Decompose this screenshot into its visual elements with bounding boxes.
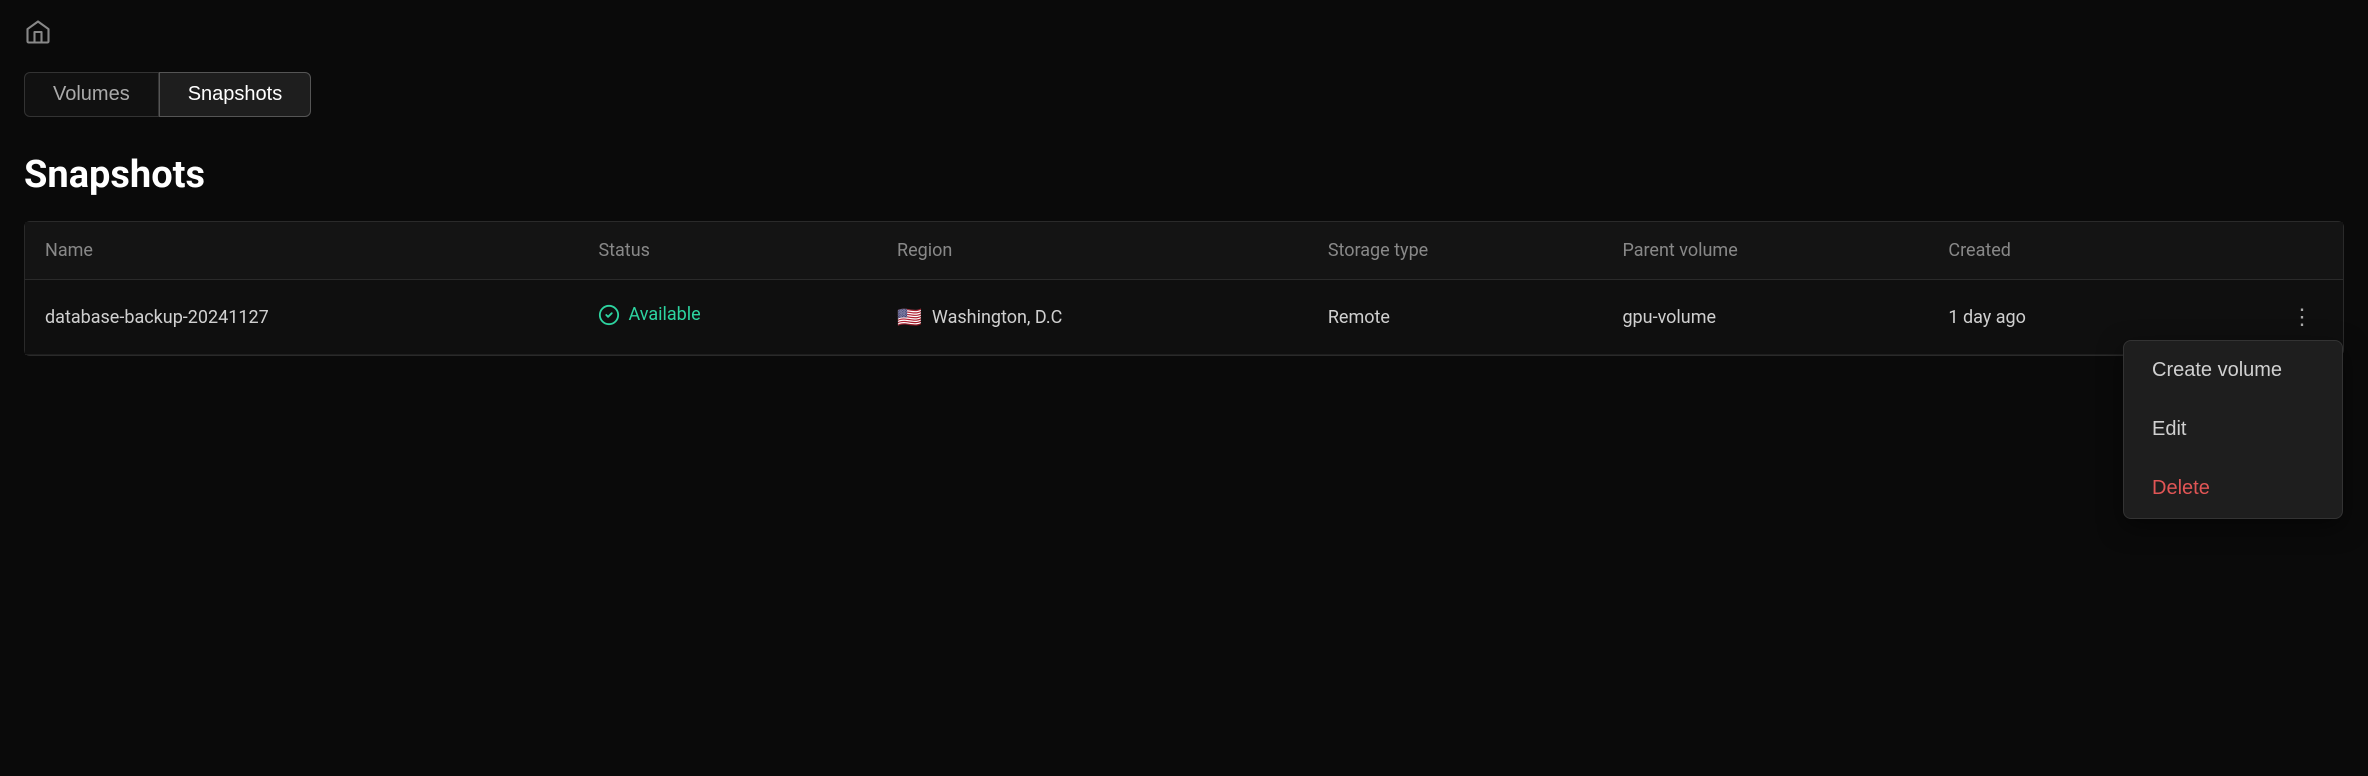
col-header-status: Status [578, 222, 877, 280]
cell-storage-type: Remote [1308, 280, 1603, 355]
snapshots-table-container: Name Status Region Storage type Parent v… [24, 221, 2344, 356]
tab-snapshots[interactable]: Snapshots [159, 72, 312, 117]
page-title: Snapshots [0, 117, 2368, 221]
available-icon [598, 304, 620, 326]
table-row: database-backup-20241127 Available 🇺🇸 Wa… [25, 280, 2343, 355]
col-header-region: Region [877, 222, 1308, 280]
col-header-parent-volume: Parent volume [1602, 222, 1928, 280]
table-header-row: Name Status Region Storage type Parent v… [25, 222, 2343, 280]
region-label: Washington, D.C [932, 307, 1062, 328]
flag-icon: 🇺🇸 [897, 305, 922, 329]
context-menu: Create volume Edit Delete [2123, 340, 2343, 519]
context-menu-delete[interactable]: Delete [2124, 459, 2342, 518]
cell-region: 🇺🇸 Washington, D.C [877, 280, 1308, 355]
top-navigation [0, 0, 2368, 64]
tabs-container: Volumes Snapshots [0, 72, 2368, 117]
row-actions-button[interactable]: ⋮ [2283, 300, 2323, 334]
status-badge: Available [598, 304, 700, 326]
col-header-actions [2175, 222, 2343, 280]
cell-name: database-backup-20241127 [25, 280, 578, 355]
region-cell: 🇺🇸 Washington, D.C [897, 305, 1062, 329]
tab-volumes[interactable]: Volumes [24, 72, 159, 117]
cell-parent-volume: gpu-volume [1602, 280, 1928, 355]
context-menu-create-volume[interactable]: Create volume [2124, 341, 2342, 400]
col-header-name: Name [25, 222, 578, 280]
cell-actions: ⋮ Create volume Edit Delete [2175, 280, 2343, 355]
home-icon[interactable] [24, 18, 52, 46]
status-label: Available [628, 304, 700, 325]
col-header-storage-type: Storage type [1308, 222, 1603, 280]
snapshots-table: Name Status Region Storage type Parent v… [25, 222, 2343, 355]
col-header-created: Created [1928, 222, 2175, 280]
cell-status: Available [578, 280, 877, 355]
context-menu-edit[interactable]: Edit [2124, 400, 2342, 459]
